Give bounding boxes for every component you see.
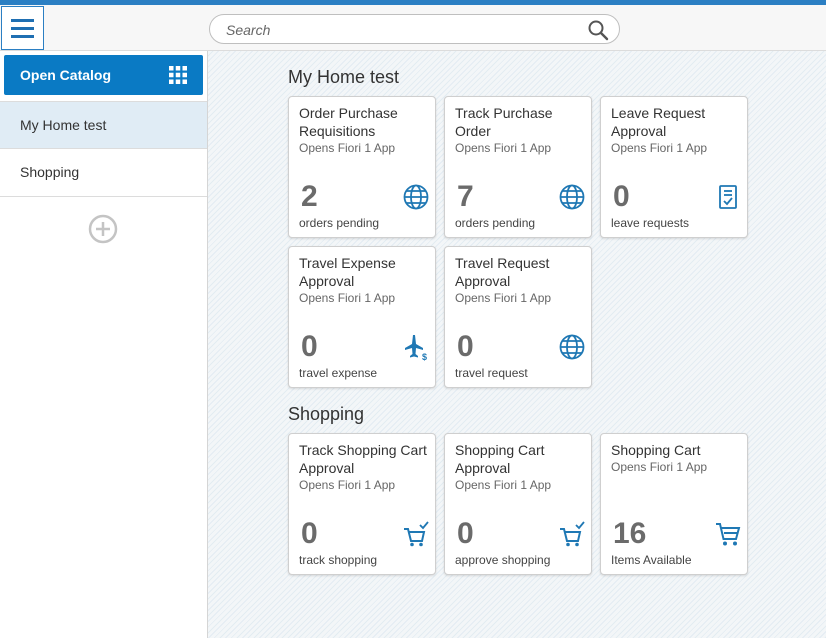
sidebar-item-my-home-test[interactable]: My Home test bbox=[0, 101, 207, 149]
tile-title: Shopping Cart Approval bbox=[455, 442, 545, 476]
tile-subtitle: Opens Fiori 1 App bbox=[455, 291, 552, 305]
tile-shopping-cart[interactable]: Shopping Cart Opens Fiori 1 App 16 Items… bbox=[600, 433, 748, 575]
tile-number: 7 bbox=[457, 180, 474, 213]
sidebar-item-label: Shopping bbox=[20, 164, 80, 180]
tile-travel-expense-approval[interactable]: Travel Expense Approval Opens Fiori 1 Ap… bbox=[288, 246, 436, 388]
menu-button[interactable] bbox=[1, 6, 44, 50]
tile-info: travel expense bbox=[299, 366, 378, 380]
add-circle-icon[interactable] bbox=[88, 214, 118, 244]
request-document-icon bbox=[719, 185, 737, 209]
tile-title: Order Purchase Requisitions bbox=[299, 105, 398, 139]
group-title-my-home-test: My Home test bbox=[288, 67, 400, 87]
tile-number: 0 bbox=[301, 330, 318, 363]
sidebar-item-shopping[interactable]: Shopping bbox=[0, 149, 207, 197]
globe-icon bbox=[403, 184, 429, 210]
tile-info: approve shopping bbox=[455, 553, 551, 567]
tile-subtitle: Opens Fiori 1 App bbox=[455, 141, 552, 155]
tile-track-purchase-order[interactable]: Track Purchase Order Opens Fiori 1 App 7… bbox=[444, 96, 592, 238]
search-icon[interactable] bbox=[587, 19, 609, 41]
tile-number: 0 bbox=[457, 517, 474, 550]
globe-icon bbox=[559, 334, 585, 360]
svg-text:$: $ bbox=[422, 352, 427, 361]
search-input[interactable] bbox=[226, 20, 576, 40]
shell-header bbox=[0, 5, 826, 51]
tile-title: Shopping Cart bbox=[611, 442, 701, 458]
tile-number: 0 bbox=[457, 330, 474, 363]
tile-track-shopping-cart-approval[interactable]: Track Shopping Cart Approval Opens Fiori… bbox=[288, 433, 436, 575]
tile-title: Leave Request Approval bbox=[611, 105, 706, 139]
tile-info: track shopping bbox=[299, 553, 378, 567]
hamburger-icon bbox=[11, 18, 34, 22]
tile-number: 16 bbox=[613, 517, 647, 550]
tile-subtitle: Opens Fiori 1 App bbox=[455, 478, 552, 492]
tile-number: 2 bbox=[301, 180, 318, 213]
tile-subtitle: Opens Fiori 1 App bbox=[299, 141, 396, 155]
tile-subtitle: Opens Fiori 1 App bbox=[299, 291, 396, 305]
tile-title: Track Purchase Order bbox=[455, 105, 553, 139]
tile-shopping-cart-approval[interactable]: Shopping Cart Approval Opens Fiori 1 App… bbox=[444, 433, 592, 575]
tile-info: orders pending bbox=[455, 216, 536, 230]
sidebar-item-label: My Home test bbox=[20, 117, 107, 133]
sidebar: Open Catalog My Home test Shopping bbox=[0, 51, 208, 638]
cart-icon bbox=[716, 523, 741, 546]
tile-area: My Home test Order Purchase Requisitions… bbox=[208, 51, 826, 638]
tile-subtitle: Opens Fiori 1 App bbox=[299, 478, 396, 492]
tile-title: Travel Request Approval bbox=[455, 255, 550, 289]
cart-approved-icon bbox=[560, 521, 585, 547]
cart-approved-icon bbox=[404, 521, 429, 547]
tile-subtitle: Opens Fiori 1 App bbox=[611, 141, 708, 155]
tile-info: leave requests bbox=[611, 216, 690, 230]
tile-order-purchase-requisitions[interactable]: Order Purchase Requisitions Opens Fiori … bbox=[288, 96, 436, 238]
tile-travel-request-approval[interactable]: Travel Request Approval Opens Fiori 1 Ap… bbox=[444, 246, 592, 388]
open-catalog-button[interactable]: Open Catalog bbox=[4, 55, 203, 95]
tile-number: 0 bbox=[613, 180, 630, 213]
tile-subtitle: Opens Fiori 1 App bbox=[611, 460, 708, 474]
search-box[interactable] bbox=[209, 14, 620, 44]
tile-title: Track Shopping Cart Approval bbox=[299, 442, 427, 476]
grid-icon bbox=[169, 66, 187, 84]
open-catalog-label: Open Catalog bbox=[20, 67, 112, 83]
travel-expense-icon: $ bbox=[405, 335, 427, 361]
group-title-shopping: Shopping bbox=[288, 404, 365, 424]
tile-number: 0 bbox=[301, 517, 318, 550]
tile-info: orders pending bbox=[299, 216, 380, 230]
tile-info: travel request bbox=[455, 366, 528, 380]
globe-icon bbox=[559, 184, 585, 210]
tile-title: Travel Expense Approval bbox=[299, 255, 396, 289]
tile-info: Items Available bbox=[611, 553, 692, 567]
tile-leave-request-approval[interactable]: Leave Request Approval Opens Fiori 1 App… bbox=[600, 96, 748, 238]
